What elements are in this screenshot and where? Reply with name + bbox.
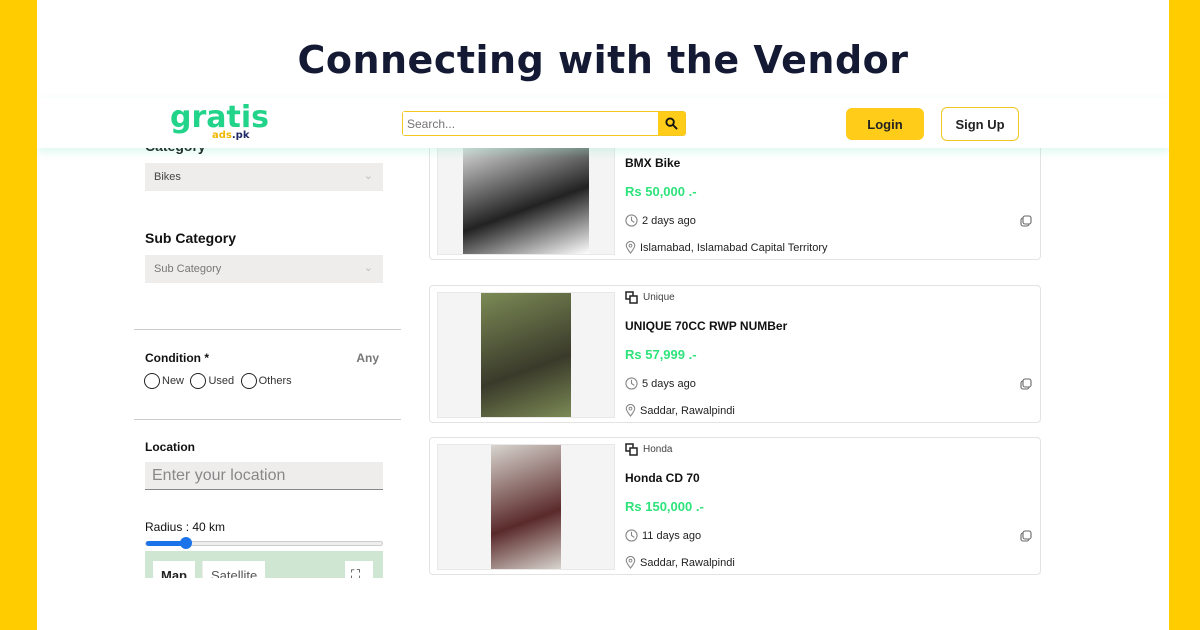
logo[interactable]: gratis ads.pk xyxy=(170,103,269,141)
category-value: Bikes xyxy=(154,171,181,183)
condition-label: Condition * xyxy=(145,351,209,365)
clock-icon xyxy=(625,214,638,227)
page: Connecting with the Vendor Category Bike… xyxy=(37,0,1169,630)
clock-icon xyxy=(625,377,638,390)
listing-card[interactable]: Unique UNIQUE 70CC RWP NUMBer Rs 57,999 … xyxy=(429,285,1041,423)
brand-icon xyxy=(625,443,638,456)
listing-photo xyxy=(463,130,589,254)
radio-label: New xyxy=(162,375,185,387)
search-button[interactable] xyxy=(658,112,685,135)
map[interactable]: Map Satellite ⛶ xyxy=(145,551,383,578)
listing-card[interactable]: Honda Honda CD 70 Rs 150,000 .- 11 days … xyxy=(429,437,1041,575)
condition-radios: New Used Others xyxy=(144,373,294,394)
listing-brand: Unique xyxy=(625,291,675,304)
listing-time: 2 days ago xyxy=(625,214,696,227)
radio-label: Others xyxy=(258,375,292,387)
location-input[interactable]: Enter your location xyxy=(145,462,383,490)
listing-title[interactable]: UNIQUE 70CC RWP NUMBer xyxy=(625,319,787,333)
slider-thumb[interactable] xyxy=(180,537,193,549)
location-pin-icon xyxy=(625,556,636,569)
location-label: Location xyxy=(145,440,195,454)
listing-location: Saddar, Rawalpindi xyxy=(625,404,735,417)
location-pin-icon xyxy=(625,241,636,254)
listings: Others BMX Bike Rs 50,000 .- 2 days ago … xyxy=(429,130,1041,578)
listing-time: 11 days ago xyxy=(625,529,701,542)
header: gratisads.pk Login Sign Up xyxy=(37,98,1169,148)
listing-image[interactable] xyxy=(437,130,615,255)
listing-photo xyxy=(491,445,561,569)
divider xyxy=(134,329,401,330)
listing-image[interactable] xyxy=(437,444,615,570)
listing-location: Islamabad, Islamabad Capital Territory xyxy=(625,241,828,254)
listing-brand: Honda xyxy=(625,443,672,456)
search-icon xyxy=(665,117,678,130)
category-select[interactable]: Bikes ⌄ xyxy=(145,163,383,191)
search-bar xyxy=(402,111,686,136)
listing-title[interactable]: Honda CD 70 xyxy=(625,471,700,485)
search-input[interactable] xyxy=(403,112,658,135)
radio-new[interactable]: New xyxy=(144,373,184,389)
compare-icon[interactable] xyxy=(1020,215,1032,227)
radio-label: Used xyxy=(208,375,235,387)
clock-icon xyxy=(625,529,638,542)
listing-time: 5 days ago xyxy=(625,377,696,390)
fullscreen-icon[interactable]: ⛶ xyxy=(345,561,373,578)
listing-info: Unique UNIQUE 70CC RWP NUMBer Rs 57,999 … xyxy=(625,286,1040,422)
chevron-down-icon: ⌄ xyxy=(363,262,373,274)
satellite-tab[interactable]: Satellite xyxy=(202,561,266,578)
radio-others[interactable]: Others xyxy=(240,373,292,389)
condition-any[interactable]: Any xyxy=(356,351,379,365)
radius-label: Radius : 40 km xyxy=(145,520,226,534)
brand-icon xyxy=(625,291,638,304)
compare-icon[interactable] xyxy=(1020,530,1032,542)
radius-slider[interactable] xyxy=(145,537,383,549)
listing-price: Rs 50,000 .- xyxy=(625,184,697,199)
signup-button[interactable]: Sign Up xyxy=(941,107,1019,141)
map-tab[interactable]: Map xyxy=(153,561,195,578)
banner-title: Connecting with the Vendor xyxy=(297,38,909,82)
location-pin-icon xyxy=(625,404,636,417)
listing-photo xyxy=(481,293,571,417)
compare-icon[interactable] xyxy=(1020,378,1032,390)
listing-info: Honda Honda CD 70 Rs 150,000 .- 11 days … xyxy=(625,438,1040,574)
filter-sidebar: Category Bikes⌄ Sub Category Sub Categor… xyxy=(134,130,401,578)
listing-price: Rs 57,999 .- xyxy=(625,347,697,362)
listing-image[interactable] xyxy=(437,292,615,418)
chevron-down-icon: ⌄ xyxy=(363,170,373,182)
listing-location: Saddar, Rawalpindi xyxy=(625,556,735,569)
subcategory-select[interactable]: Sub Category ⌄ xyxy=(145,255,383,283)
listing-price: Rs 150,000 .- xyxy=(625,499,704,514)
listing-title[interactable]: BMX Bike xyxy=(625,156,680,170)
radio-used[interactable]: Used xyxy=(190,373,234,389)
divider xyxy=(134,419,401,420)
listing-card[interactable]: Others BMX Bike Rs 50,000 .- 2 days ago … xyxy=(429,130,1041,260)
subcategory-label: Sub Category xyxy=(145,230,237,246)
subcategory-placeholder: Sub Category xyxy=(154,263,222,275)
listing-info: Others BMX Bike Rs 50,000 .- 2 days ago … xyxy=(625,130,1040,259)
login-button[interactable]: Login xyxy=(846,108,924,140)
